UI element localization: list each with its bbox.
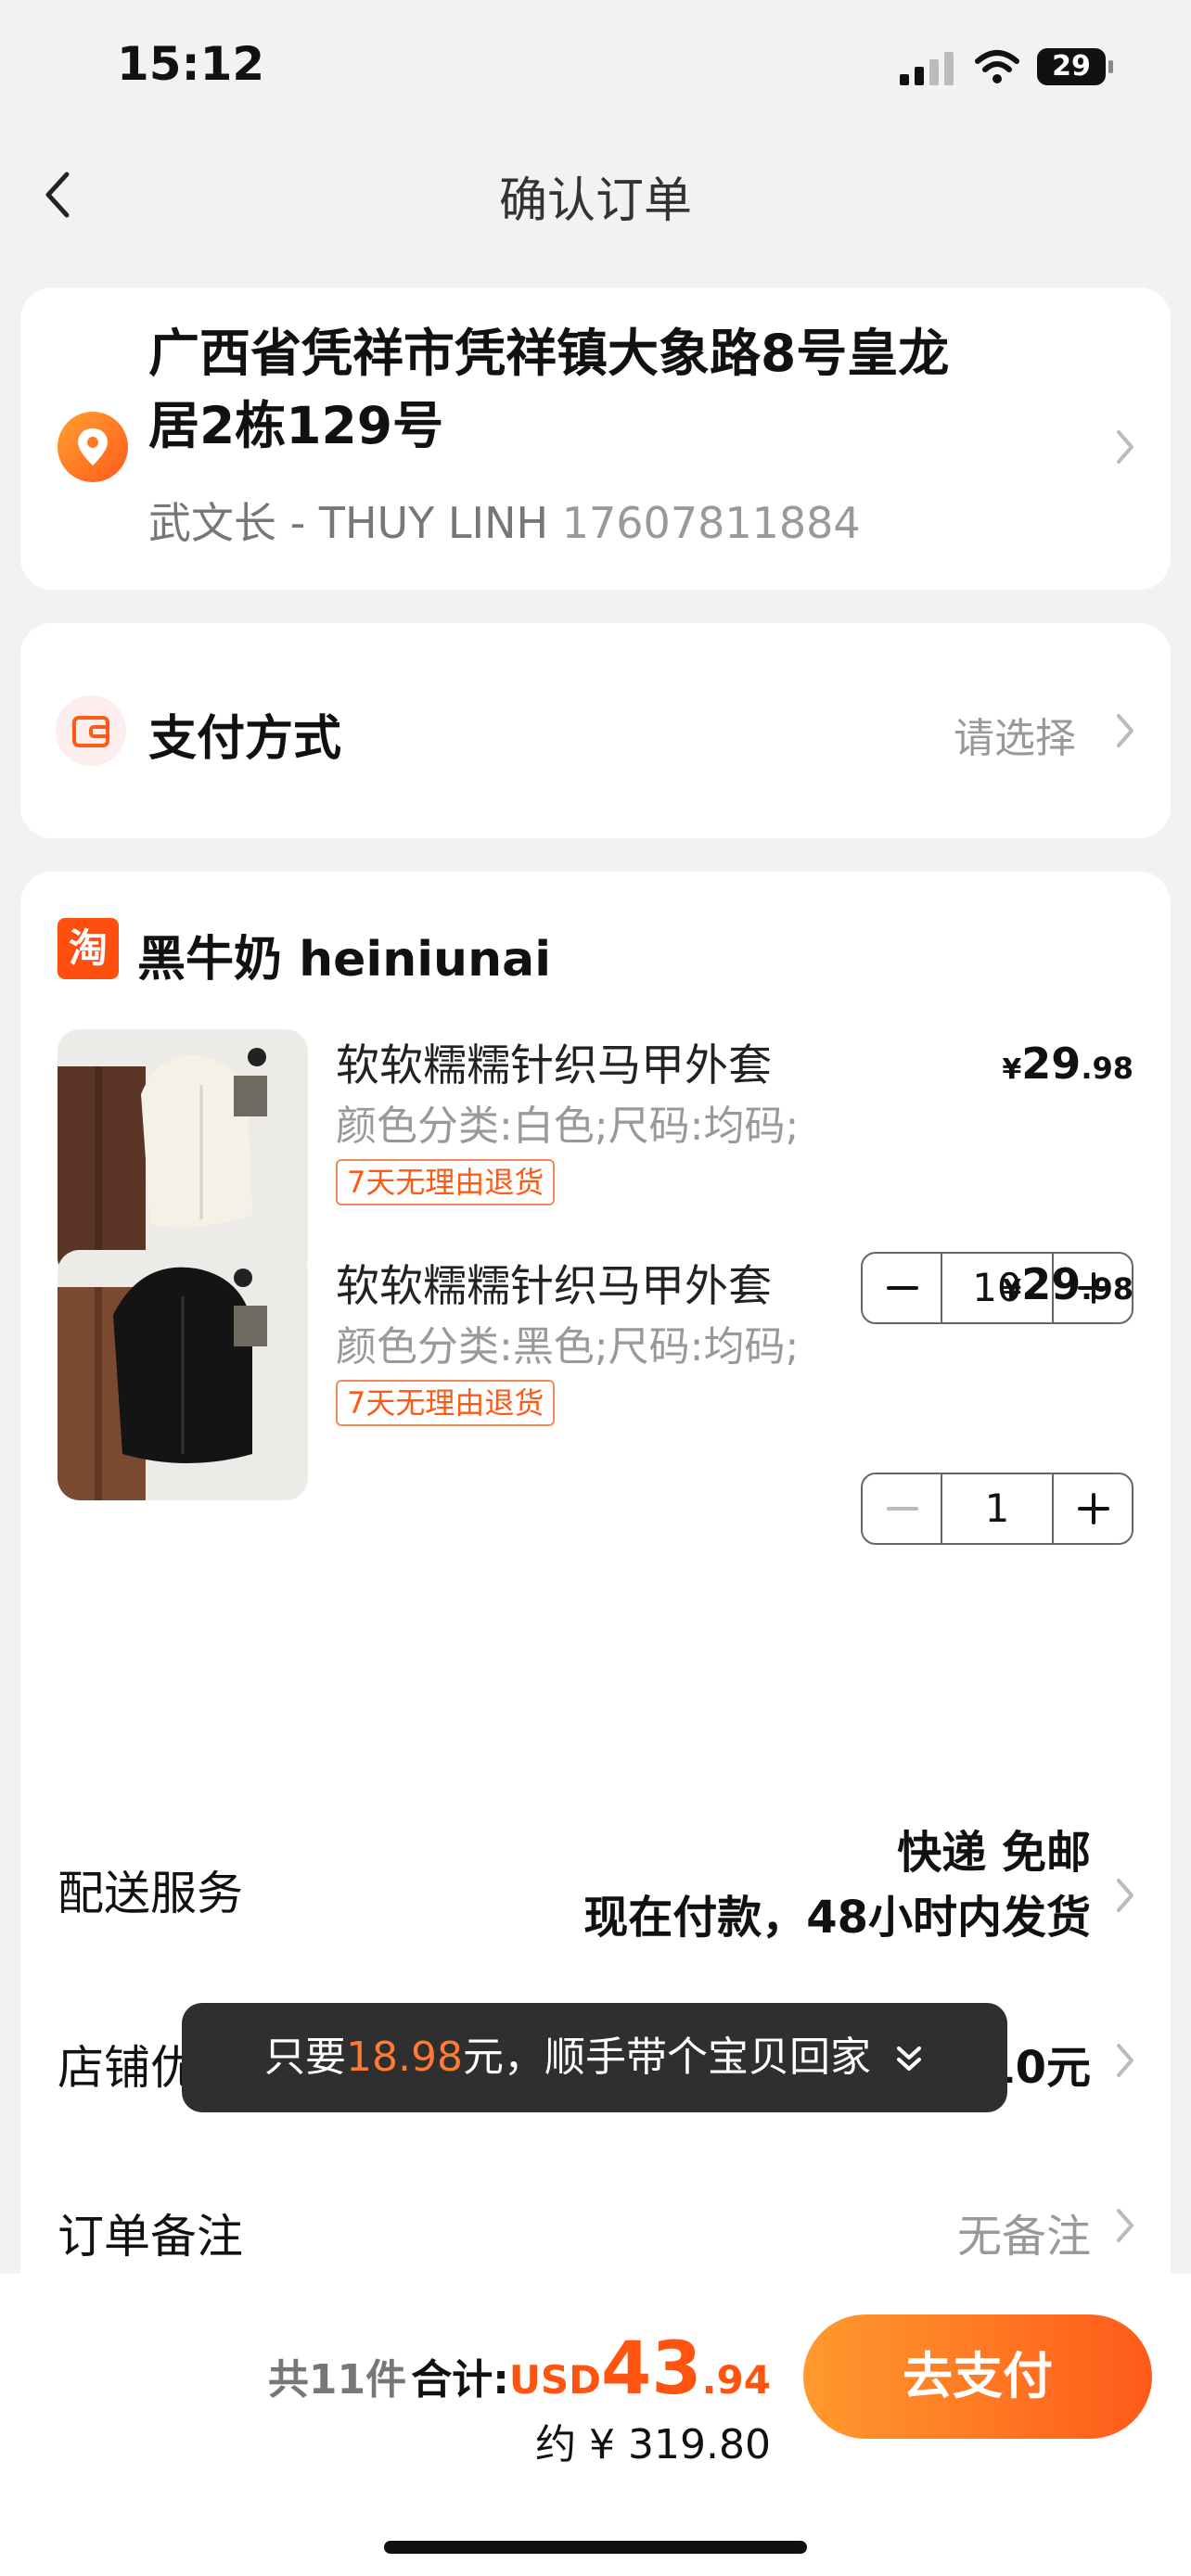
page-title: 确认订单 [498, 173, 692, 229]
product-title[interactable]: 软软糯糯针织马甲外套 [336, 1029, 772, 1093]
shop-name[interactable]: 黑牛奶 heiniunai [137, 920, 551, 989]
total-integer: 43 [601, 2327, 702, 2411]
battery-icon: 29 [1037, 48, 1113, 85]
product-price: ¥29.98 [1002, 1039, 1133, 1089]
contact-name: 武文长 - THUY LINH [148, 498, 549, 548]
chevron-right-icon [1117, 714, 1133, 747]
battery-cap [1108, 60, 1113, 73]
toast-amount: 18.98 [346, 2034, 463, 2081]
toast-suffix: 元，顺手带个宝贝回家 [462, 2034, 871, 2081]
status-bar: 15:12 29 [0, 0, 1191, 130]
product-image-black-vest [58, 1250, 308, 1500]
quantity-value[interactable]: 1 [942, 1474, 1052, 1543]
address-card[interactable]: 广西省凭祥市凭祥镇大象路8号皇龙 居2栋129号 武文长 - THUY LINH… [20, 287, 1171, 590]
product-thumbnail[interactable] [58, 1029, 308, 1280]
product-title[interactable]: 软软糯糯针织马甲外套 [336, 1250, 772, 1314]
total-label: 合计: [411, 2356, 509, 2404]
shop-coupon-label: 店铺优 [58, 2041, 197, 2095]
order-total: 共11件 合计:USD43.94 [268, 2327, 771, 2411]
price-currency: ¥ [1002, 1274, 1022, 1307]
product-spec: 颜色分类:白色;尺码:均码; [336, 1103, 800, 1150]
product-spec: 颜色分类:黑色;尺码:均码; [336, 1323, 800, 1371]
payment-method-label: 支付方式 [148, 711, 342, 767]
return-policy-tag: 7天无理由退货 [336, 1159, 556, 1205]
address-line-2: 居2栋129号 [148, 396, 444, 455]
shipping-time: 现在付款，48小时内发货 [583, 1892, 1091, 1944]
price-currency: ¥ [1002, 1053, 1022, 1086]
price-integer: 29 [1021, 1039, 1082, 1089]
price-integer: 29 [1021, 1259, 1082, 1309]
product-price: ¥29.98 [1002, 1259, 1133, 1309]
price-decimal: .98 [1081, 1271, 1133, 1307]
toast-prefix: 只要 [264, 2034, 347, 2081]
add-more-items-toast[interactable]: 只要18.98元，顺手带个宝贝回家 [182, 2003, 1007, 2112]
plus-icon-vertical [1092, 1493, 1095, 1524]
home-indicator [384, 2541, 807, 2554]
shipping-label: 配送服务 [58, 1867, 243, 1920]
quantity-stepper: 1 [861, 1473, 1133, 1545]
contact-phone: 17607811884 [561, 498, 861, 548]
product-item: 软软糯糯针织马甲外套 颜色分类:黑色;尺码:均码; 7天无理由退货 ¥29.98… [20, 1250, 1171, 1639]
address-line-1: 广西省凭祥市凭祥镇大象路8号皇龙 [148, 324, 950, 383]
payment-method-row[interactable]: 支付方式 请选择 [20, 623, 1171, 838]
chevron-right-icon [1117, 1879, 1133, 1912]
pay-button[interactable]: 去支付 [803, 2315, 1152, 2439]
approx-cny-total: 约 ¥ 319.80 [535, 2421, 771, 2468]
chevron-right-icon [1117, 2044, 1133, 2077]
item-count: 共11件 [267, 2356, 407, 2404]
nav-bar: 确认订单 [0, 130, 1191, 255]
decrease-button[interactable] [863, 1474, 942, 1543]
taobao-logo-icon: 淘 [58, 918, 119, 979]
checkout-bar: 共11件 合计:USD43.94 约 ¥ 319.80 去支付 [0, 2274, 1191, 2576]
battery-level: 29 [1037, 48, 1106, 85]
price-decimal: .98 [1081, 1051, 1133, 1086]
total-currency: USD [508, 2357, 602, 2403]
product-image-white-vest [58, 1029, 308, 1280]
wifi-icon [975, 50, 1019, 83]
chevron-right-icon [1117, 2209, 1133, 2242]
double-chevron-down-icon [896, 2047, 921, 2071]
chevron-right-icon [1117, 430, 1133, 464]
minus-icon [887, 1507, 918, 1511]
shipping-method[interactable]: 快递 免邮 [897, 1816, 1091, 1881]
wallet-icon [56, 695, 126, 766]
cellular-signal-icon [900, 52, 954, 85]
location-pin-icon [58, 412, 128, 482]
order-note-label: 订单备注 [58, 2210, 243, 2264]
status-time: 15:12 [117, 37, 265, 91]
total-decimal: .94 [701, 2357, 771, 2403]
increase-button[interactable] [1052, 1474, 1132, 1543]
order-note-value[interactable]: 无备注 [957, 2200, 1091, 2264]
payment-method-value: 请选择 [954, 715, 1076, 762]
product-thumbnail[interactable] [58, 1250, 308, 1500]
address-contact: 武文长 - THUY LINH 17607811884 [148, 490, 861, 551]
return-policy-tag: 7天无理由退货 [336, 1380, 556, 1426]
